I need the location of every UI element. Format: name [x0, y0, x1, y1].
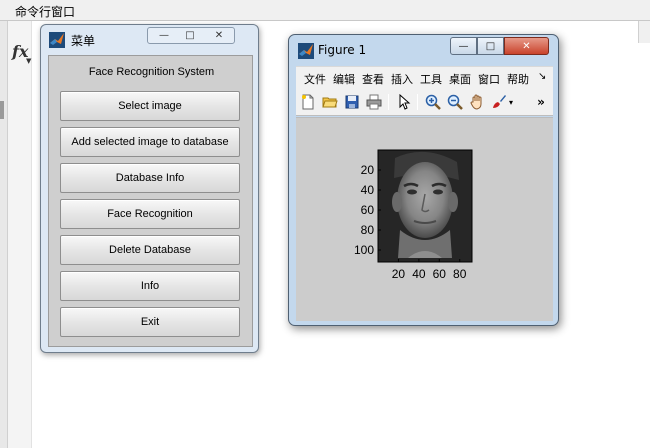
menu-panel: Face Recognition System Select image Add…: [48, 55, 253, 347]
menu-view[interactable]: 查看: [362, 71, 384, 87]
y-tick-label: 40: [361, 183, 375, 197]
figure-window-title: Figure 1: [318, 43, 367, 57]
figure-canvas: 20 40 60 80 100 20 40 60 80: [296, 117, 553, 321]
zoom-in-icon[interactable]: [424, 93, 442, 111]
pointer-icon[interactable]: [395, 93, 413, 111]
command-window-header: 命令行窗口: [0, 0, 650, 21]
fx-caret-icon[interactable]: ▼: [26, 57, 31, 65]
zoom-out-icon[interactable]: [446, 93, 464, 111]
command-window-side-strip: [0, 21, 8, 448]
database-info-button[interactable]: Database Info: [60, 163, 240, 193]
app-title: Face Recognition System: [88, 66, 215, 78]
menu-window[interactable]: 窗口: [478, 71, 500, 87]
menu-window-controls: — □ ✕: [147, 27, 235, 44]
open-folder-icon[interactable]: [321, 93, 339, 111]
matlab-logo-icon: [298, 43, 314, 59]
menu-file[interactable]: 文件: [304, 71, 326, 87]
brush-dropdown-icon[interactable]: ▾: [506, 93, 516, 111]
menu-titlebar[interactable]: 菜单 — □ ✕: [41, 25, 258, 51]
x-tick-label: 80: [453, 267, 467, 281]
y-tick-label: 60: [361, 203, 375, 217]
info-button[interactable]: Info: [60, 271, 240, 301]
menu-desktop[interactable]: 桌面: [449, 71, 471, 87]
pan-hand-icon[interactable]: [468, 93, 486, 111]
maximize-button[interactable]: □: [178, 28, 202, 43]
toolbar-separator: [417, 94, 418, 110]
add-image-to-database-button[interactable]: Add selected image to database: [60, 127, 240, 157]
toolbar-separator: [388, 94, 389, 110]
print-icon[interactable]: [365, 93, 383, 111]
face-image[interactable]: [378, 150, 472, 262]
delete-database-button[interactable]: Delete Database: [60, 235, 240, 265]
figure-menubar: 文件 编辑 查看 插入 工具 桌面 窗口 帮助 ↘: [296, 66, 553, 88]
menu-insert[interactable]: 插入: [391, 71, 413, 87]
x-tick-label: 60: [433, 267, 447, 281]
exit-button[interactable]: Exit: [60, 307, 240, 337]
side-strip-marker: [0, 101, 4, 119]
face-recognition-button[interactable]: Face Recognition: [60, 199, 240, 229]
figure-toolbar: ▾ »: [296, 88, 553, 116]
y-tick-label: 20: [361, 163, 375, 177]
command-window-gutter: [8, 21, 32, 448]
x-tick-label: 20: [392, 267, 406, 281]
save-icon[interactable]: [343, 93, 361, 111]
menu-window: 菜单 — □ ✕ Face Recognition System Select …: [40, 24, 259, 353]
menu-edit[interactable]: 编辑: [333, 71, 355, 87]
desktop: 命令行窗口 fx ▼ 菜单 — □ ✕ Face Recognition Sys…: [0, 0, 650, 448]
menu-tools[interactable]: 工具: [420, 71, 442, 87]
close-button[interactable]: ✕: [504, 37, 549, 55]
close-button[interactable]: ✕: [206, 28, 232, 43]
select-image-button[interactable]: Select image: [60, 91, 240, 121]
minimize-button[interactable]: —: [450, 37, 477, 55]
figure-window-controls: — □ ✕: [450, 37, 549, 56]
maximize-button[interactable]: □: [477, 37, 504, 55]
y-tick-label: 80: [361, 223, 375, 237]
menu-window-title: 菜单: [71, 34, 96, 48]
new-file-icon[interactable]: [299, 93, 317, 111]
x-tick-label: 40: [412, 267, 426, 281]
matlab-logo-icon: [49, 32, 65, 48]
plot-area: 20 40 60 80 100 20 40 60 80: [354, 149, 473, 281]
menu-help[interactable]: 帮助: [507, 71, 529, 87]
toolbar-more-icon[interactable]: »: [532, 93, 550, 111]
figure-window: Figure 1 — □ ✕ 文件 编辑 查看 插入 工具 桌面 窗口 帮助 ↘: [288, 34, 559, 326]
minimize-button[interactable]: —: [152, 28, 176, 43]
menu-more-icon[interactable]: ↘: [538, 71, 546, 82]
y-tick-label: 100: [354, 243, 374, 257]
command-window-right-edge: [638, 21, 650, 43]
command-window-title: 命令行窗口: [15, 5, 76, 19]
